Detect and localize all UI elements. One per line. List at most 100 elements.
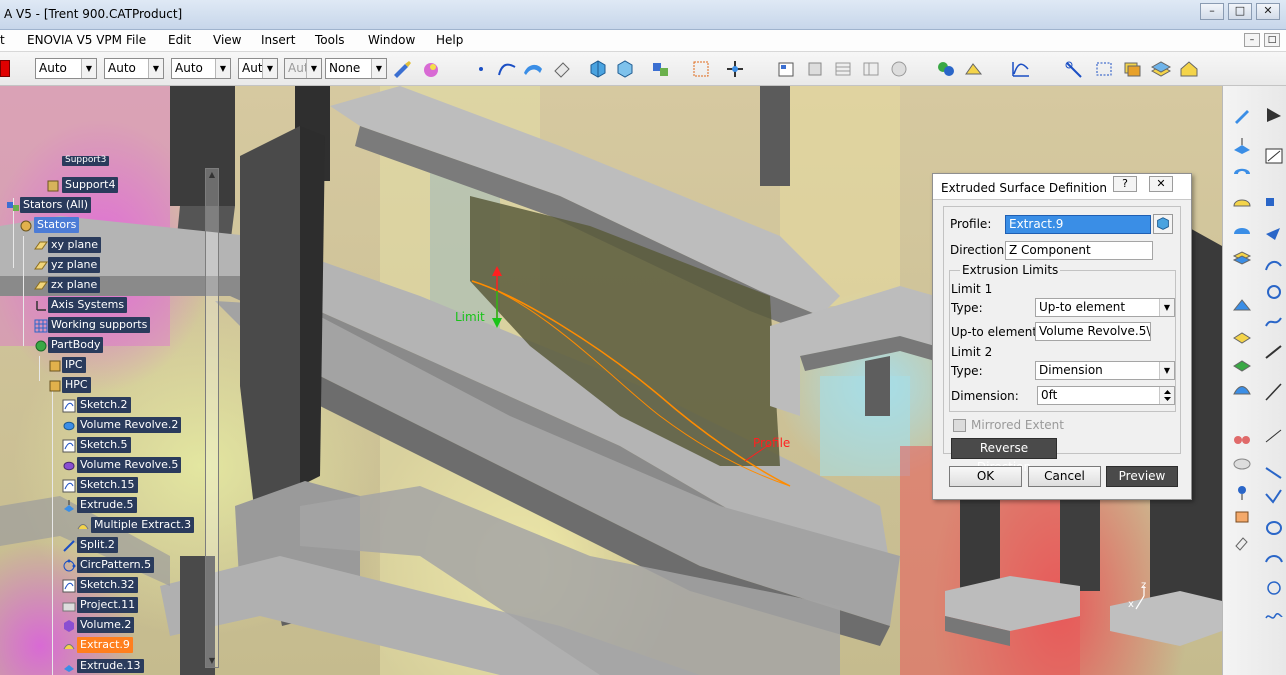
- mdi-minimize-button[interactable]: –: [1244, 33, 1260, 47]
- eraser-icon[interactable]: [551, 59, 573, 79]
- upto-element-field[interactable]: Volume Revolve.5\Fa: [1035, 322, 1151, 341]
- tree-node-sketch-2[interactable]: Sketch.2: [77, 397, 131, 413]
- arrow-tool-icon[interactable]: [1263, 224, 1285, 244]
- surface-icon[interactable]: [522, 59, 544, 79]
- hand-tool-icon[interactable]: [1231, 506, 1253, 526]
- tree-node-ipc[interactable]: IPC: [62, 357, 86, 373]
- table-icon[interactable]: [832, 59, 854, 79]
- scroll-down-icon[interactable]: ▼: [206, 655, 218, 667]
- blend-tool-icon[interactable]: [1231, 326, 1253, 346]
- menu-tools[interactable]: Tools: [315, 33, 345, 47]
- scroll-up-icon[interactable]: ▲: [206, 169, 218, 181]
- wave-tool-icon[interactable]: [1263, 606, 1285, 626]
- color-swatch[interactable]: [0, 60, 10, 77]
- line-type-combo[interactable]: Auto ▼: [35, 58, 97, 79]
- material-sphere-icon[interactable]: [420, 59, 442, 79]
- house-icon[interactable]: [1178, 59, 1200, 79]
- apply-material-icon[interactable]: [935, 59, 957, 79]
- direction-field[interactable]: Z Component: [1005, 241, 1153, 260]
- menu-insert[interactable]: Insert: [261, 33, 295, 47]
- menu-view[interactable]: View: [213, 33, 241, 47]
- painter-icon[interactable]: [391, 59, 413, 79]
- revolve-tool-icon[interactable]: [1231, 164, 1253, 184]
- curve-tool-icon[interactable]: [1263, 254, 1285, 274]
- layers-icon[interactable]: [1150, 59, 1172, 79]
- measure-icon[interactable]: [1063, 59, 1085, 79]
- stack-icon[interactable]: [1121, 59, 1143, 79]
- line-tool-icon[interactable]: [1263, 146, 1285, 166]
- mdi-restore-button[interactable]: □: [1264, 33, 1280, 47]
- sweep-tool-icon[interactable]: [1231, 220, 1253, 240]
- ok-button[interactable]: OK: [949, 466, 1022, 487]
- circle-tool-icon[interactable]: [1263, 282, 1285, 302]
- eraser-tool-icon[interactable]: [1231, 532, 1253, 552]
- menu-window[interactable]: Window: [368, 33, 415, 47]
- sketch-tool-icon[interactable]: [1231, 106, 1253, 126]
- design-table-icon[interactable]: [860, 59, 882, 79]
- tree-node-support3[interactable]: Support3: [62, 156, 110, 166]
- arc-tool-icon[interactable]: [1263, 548, 1285, 568]
- circle-outline-tool-icon[interactable]: [1263, 578, 1285, 598]
- dashed-frame-icon[interactable]: [1093, 59, 1115, 79]
- tree-node-split-2[interactable]: Split.2: [77, 537, 118, 553]
- ellipse-tool-icon[interactable]: [1263, 518, 1285, 538]
- curve-analysis-icon[interactable]: [1010, 59, 1032, 79]
- profile-label[interactable]: Profile: [753, 436, 790, 450]
- help-button[interactable]: ?: [1113, 176, 1137, 192]
- catalog-icon[interactable]: [775, 59, 797, 79]
- sketch-analysis-icon[interactable]: [963, 59, 985, 79]
- tree-node-partbody[interactable]: PartBody: [48, 337, 104, 353]
- geometrical-set-icon[interactable]: [614, 59, 636, 79]
- helix-tool-icon[interactable]: [1263, 426, 1285, 446]
- mirrored-extent-checkbox[interactable]: [953, 419, 966, 432]
- tree-node-volume-2[interactable]: Volume.2: [77, 617, 135, 633]
- tree-node-working-supports[interactable]: Working supports: [48, 317, 151, 333]
- menu-edit[interactable]: Edit: [168, 33, 191, 47]
- layer-combo[interactable]: Aut ▼: [238, 58, 278, 79]
- limit1-type-select[interactable]: Up-to element ▼: [1035, 298, 1175, 317]
- point-icon[interactable]: [470, 59, 492, 79]
- preview-button[interactable]: Preview: [1106, 466, 1178, 487]
- tree-node-volume-revolve-5[interactable]: Volume Revolve.5: [77, 457, 182, 473]
- menu-help[interactable]: Help: [436, 33, 463, 47]
- tree-node-extrude-13[interactable]: Extrude.13: [77, 659, 144, 673]
- tree-scrollbar[interactable]: ▲ ▼: [205, 168, 219, 668]
- tree-node-sketch-32[interactable]: Sketch.32: [77, 577, 138, 593]
- dialog-close-button[interactable]: ✕: [1149, 176, 1173, 192]
- tree-node-sketch-15[interactable]: Sketch.15: [77, 477, 138, 493]
- render-style-combo[interactable]: None ▼: [325, 58, 387, 79]
- tree-node-support4[interactable]: Support4: [62, 177, 119, 193]
- diagonal-tool-icon[interactable]: [1263, 382, 1285, 402]
- fill-tool-icon[interactable]: [1231, 248, 1253, 268]
- rotate-tool-icon[interactable]: [1231, 454, 1253, 474]
- angle-tool-icon[interactable]: [1263, 462, 1285, 482]
- analysis-icon[interactable]: [805, 59, 827, 79]
- dimension-field[interactable]: 0ft: [1037, 386, 1175, 405]
- reverse-direction-button[interactable]: Reverse Direction: [951, 438, 1057, 474]
- axis-tool-icon[interactable]: [1231, 482, 1253, 502]
- tree-node-stators-all[interactable]: Stators (All): [20, 197, 92, 213]
- tree-node-zx-plane[interactable]: zx plane: [48, 277, 101, 293]
- tree-node-project-11[interactable]: Project.11: [77, 597, 139, 613]
- join-tool-icon[interactable]: [1231, 354, 1253, 374]
- translate-tool-icon[interactable]: [1231, 428, 1253, 448]
- menu-file[interactable]: File: [126, 33, 146, 47]
- tree-node-extract-9[interactable]: Extract.9: [77, 637, 133, 653]
- assembly-icon[interactable]: [650, 59, 672, 79]
- tree-node-stators[interactable]: Stators: [34, 217, 80, 233]
- profile-field[interactable]: Extract.9: [1005, 215, 1151, 234]
- menu-start-fragment[interactable]: t: [0, 33, 6, 47]
- line-thickness-combo[interactable]: Auto ▼: [104, 58, 164, 79]
- tree-node-circpattern-5[interactable]: CircPattern.5: [77, 557, 155, 573]
- tree-node-volume-revolve-2[interactable]: Volume Revolve.2: [77, 417, 182, 433]
- tree-node-xy-plane[interactable]: xy plane: [48, 237, 102, 253]
- knowledge-icon[interactable]: [888, 59, 910, 79]
- minimize-button[interactable]: –: [1200, 3, 1224, 20]
- cancel-button[interactable]: Cancel: [1028, 466, 1101, 487]
- limit-label[interactable]: Limit: [455, 310, 485, 324]
- tree-node-hpc[interactable]: HPC: [62, 377, 91, 393]
- limit2-type-select[interactable]: Dimension ▼: [1035, 361, 1175, 380]
- maximize-button[interactable]: □: [1228, 3, 1252, 20]
- corner-tool-icon[interactable]: [1263, 194, 1285, 214]
- polyline-tool-icon[interactable]: [1263, 486, 1285, 506]
